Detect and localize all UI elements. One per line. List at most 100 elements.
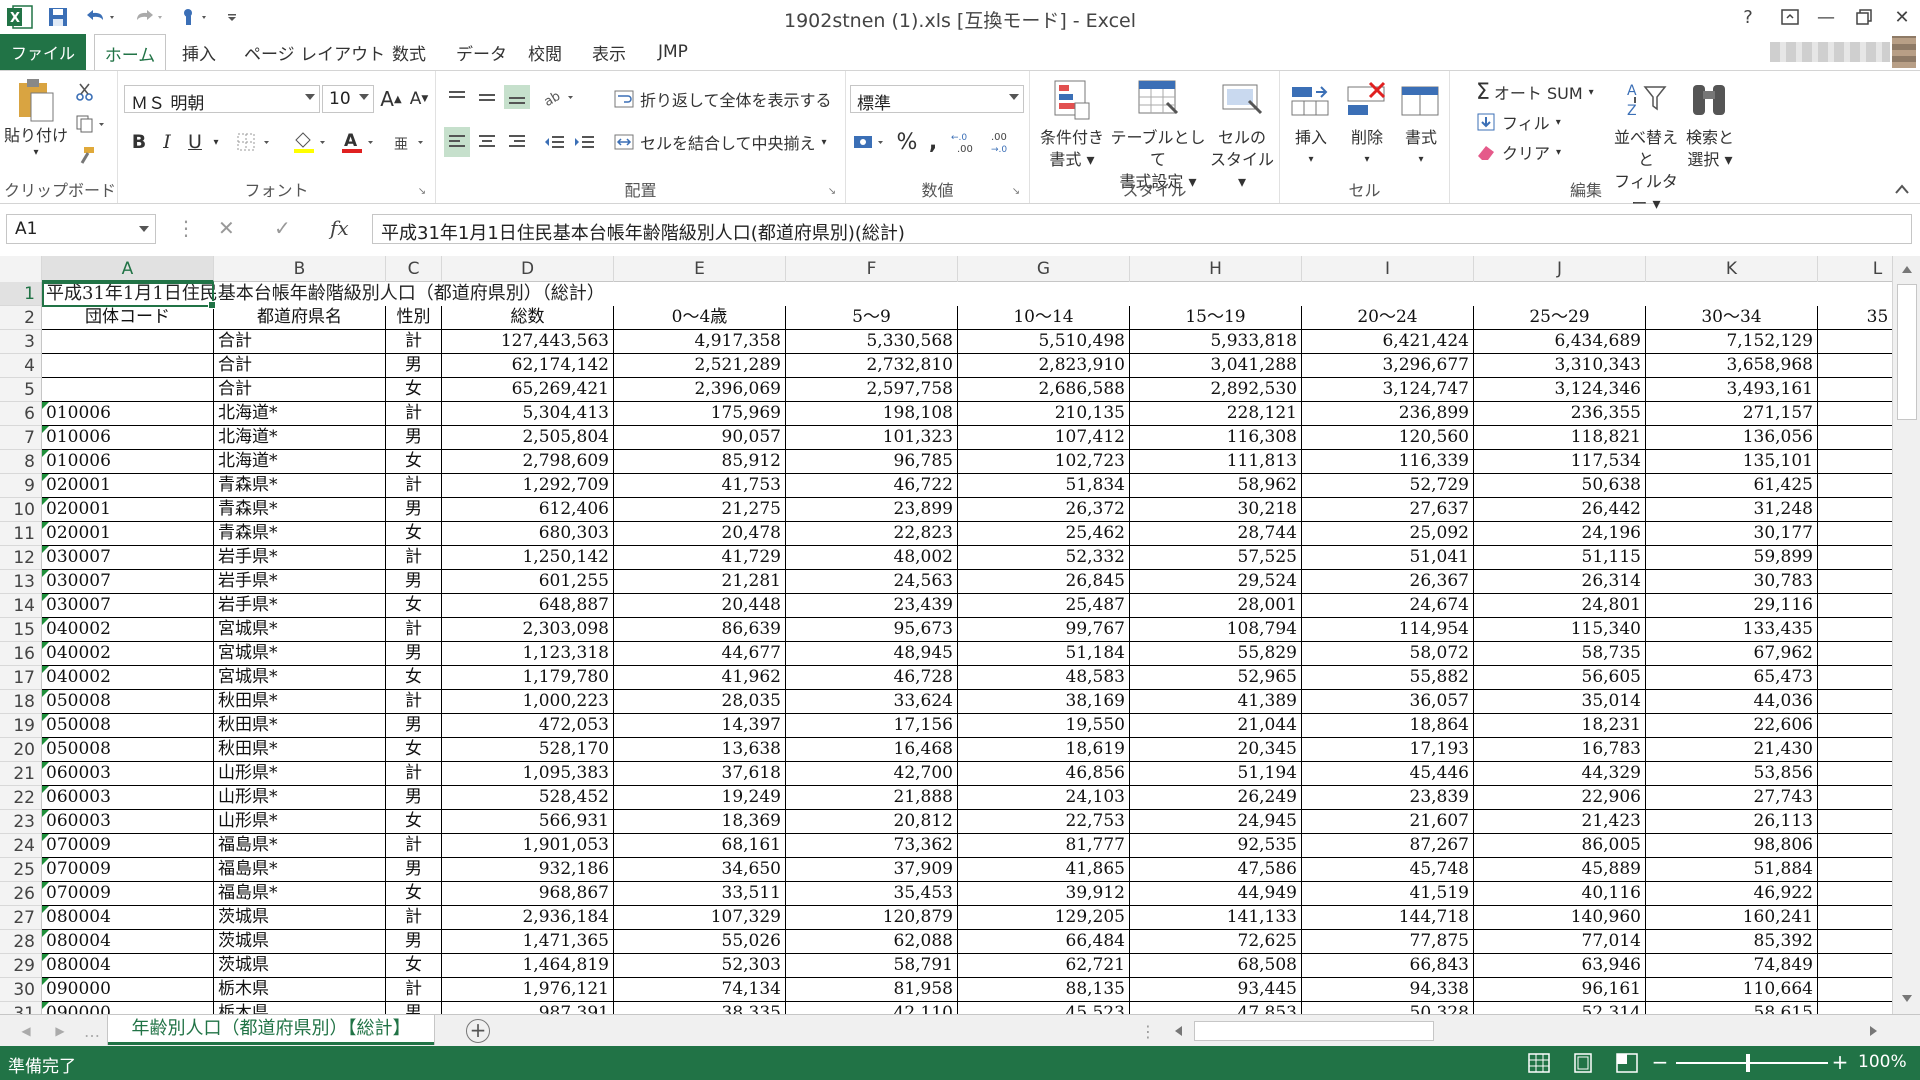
cell[interactable]: 2,303,098 — [442, 618, 614, 642]
cell[interactable]: 108,794 — [1130, 618, 1302, 642]
cell[interactable]: 計 — [386, 546, 442, 570]
cell[interactable]: 計 — [386, 618, 442, 642]
cell[interactable]: 45,889 — [1474, 858, 1646, 882]
row-header[interactable]: 25 — [0, 858, 42, 882]
cell[interactable]: 140,960 — [1474, 906, 1646, 930]
cell[interactable]: 127,443,563 — [442, 330, 614, 354]
more-options-icon[interactable]: ⋮ — [176, 216, 196, 240]
paste-button[interactable]: 貼り付け ▾ — [2, 77, 70, 159]
cell[interactable]: 37,618 — [614, 762, 786, 786]
align-center-icon[interactable] — [474, 127, 500, 157]
cell[interactable]: 90,057 — [614, 426, 786, 450]
scroll-left-icon[interactable] — [1170, 1023, 1186, 1039]
cell[interactable]: 38,169 — [958, 690, 1130, 714]
cell[interactable] — [1818, 618, 1892, 642]
cell[interactable]: 1,471,365 — [442, 930, 614, 954]
cell[interactable]: 144,718 — [1302, 906, 1474, 930]
cell[interactable] — [1818, 954, 1892, 978]
tab-split-handle-icon[interactable]: ⋮ — [1138, 1021, 1158, 1041]
cell[interactable]: 94,338 — [1302, 978, 1474, 1002]
help-button[interactable]: ? — [1730, 3, 1766, 31]
cell[interactable]: 26,367 — [1302, 570, 1474, 594]
cell[interactable]: 男 — [386, 498, 442, 522]
cell[interactable]: 62,174,142 — [442, 354, 614, 378]
cell[interactable]: 2,892,530 — [1130, 378, 1302, 402]
cell[interactable]: 北海道* — [214, 402, 386, 426]
cell[interactable]: 85,392 — [1646, 930, 1818, 954]
cell[interactable]: 92,535 — [1130, 834, 1302, 858]
cell[interactable]: 73,362 — [786, 834, 958, 858]
cell[interactable] — [1818, 570, 1892, 594]
cell[interactable]: 計 — [386, 474, 442, 498]
cell[interactable]: 女 — [386, 522, 442, 546]
align-top-icon[interactable] — [444, 85, 470, 109]
font-name-select[interactable]: ＭＳ 明朝 — [124, 85, 320, 114]
cell[interactable]: 236,899 — [1302, 402, 1474, 426]
cell[interactable] — [1818, 786, 1892, 810]
cell[interactable]: 51,041 — [1302, 546, 1474, 570]
tab-home[interactable]: ホーム — [94, 34, 166, 71]
cell[interactable]: 136,056 — [1646, 426, 1818, 450]
cell[interactable]: 栃木県 — [214, 978, 386, 1002]
tab-formulas[interactable]: 数式 — [384, 34, 434, 70]
row-header[interactable]: 27 — [0, 906, 42, 930]
cell[interactable]: 67,962 — [1646, 642, 1818, 666]
cell[interactable]: 23,439 — [786, 594, 958, 618]
column-header[interactable]: C — [386, 256, 442, 282]
row-header[interactable]: 17 — [0, 666, 42, 690]
cell[interactable]: 51,834 — [958, 474, 1130, 498]
cell[interactable]: 30,177 — [1646, 522, 1818, 546]
conditional-formatting-button[interactable]: 条件付き 書式 ▾ — [1034, 79, 1110, 171]
row-header[interactable]: 13 — [0, 570, 42, 594]
cell[interactable]: 77,014 — [1474, 930, 1646, 954]
cell[interactable]: 601,255 — [442, 570, 614, 594]
cell[interactable]: 63,946 — [1474, 954, 1646, 978]
row-header[interactable]: 18 — [0, 690, 42, 714]
cell[interactable]: 566,931 — [442, 810, 614, 834]
cell[interactable] — [1818, 666, 1892, 690]
cell[interactable]: 68,161 — [614, 834, 786, 858]
tab-view[interactable]: 表示 — [584, 34, 634, 70]
cell[interactable]: 88,135 — [958, 978, 1130, 1002]
cell[interactable]: 42,700 — [786, 762, 958, 786]
cell-styles-button[interactable]: セルの スタイル ▾ — [1206, 79, 1278, 193]
cell[interactable]: 46,856 — [958, 762, 1130, 786]
cell[interactable]: 050008 — [42, 738, 214, 762]
align-left-icon[interactable] — [444, 127, 470, 157]
row-header[interactable]: 2 — [0, 306, 42, 330]
cut-icon[interactable] — [72, 79, 98, 105]
header-cell[interactable]: 団体コード — [42, 306, 214, 330]
cell[interactable]: 16,468 — [786, 738, 958, 762]
cell[interactable]: 25,487 — [958, 594, 1130, 618]
cell[interactable]: 2,732,810 — [786, 354, 958, 378]
cell[interactable] — [1818, 882, 1892, 906]
cell[interactable]: 男 — [386, 714, 442, 738]
cell[interactable]: 472,053 — [442, 714, 614, 738]
cell[interactable]: 080004 — [42, 954, 214, 978]
cell[interactable]: 4,917,358 — [614, 330, 786, 354]
cell[interactable]: 44,329 — [1474, 762, 1646, 786]
next-sheet-icon[interactable]: ▶ — [50, 1021, 70, 1041]
cell[interactable]: 計 — [386, 690, 442, 714]
header-cell[interactable]: 都道府県名 — [214, 306, 386, 330]
orientation-icon[interactable]: ab — [540, 85, 580, 109]
autosum-button[interactable]: Σ オート SUM ▾ — [1476, 79, 1606, 105]
phonetic-icon[interactable]: 亜 — [390, 127, 430, 157]
cell[interactable]: 19,550 — [958, 714, 1130, 738]
cell[interactable]: 96,785 — [786, 450, 958, 474]
cell[interactable]: 24,674 — [1302, 594, 1474, 618]
cell[interactable]: 96,161 — [1474, 978, 1646, 1002]
cell[interactable]: 青森県* — [214, 522, 386, 546]
format-as-table-button[interactable]: テーブルとして 書式設定 ▾ — [1110, 79, 1206, 193]
cell[interactable]: 107,329 — [614, 906, 786, 930]
row-header[interactable]: 21 — [0, 762, 42, 786]
cell[interactable]: 987,391 — [442, 1002, 614, 1014]
cell[interactable]: 45,523 — [958, 1002, 1130, 1014]
row-header[interactable]: 26 — [0, 882, 42, 906]
cell[interactable]: 1,250,142 — [442, 546, 614, 570]
cell[interactable]: 21,888 — [786, 786, 958, 810]
horizontal-scrollbar[interactable] — [1166, 1019, 1886, 1043]
cell[interactable]: 56,605 — [1474, 666, 1646, 690]
cell[interactable]: 55,829 — [1130, 642, 1302, 666]
ribbon-display-options-icon[interactable] — [1772, 3, 1808, 31]
